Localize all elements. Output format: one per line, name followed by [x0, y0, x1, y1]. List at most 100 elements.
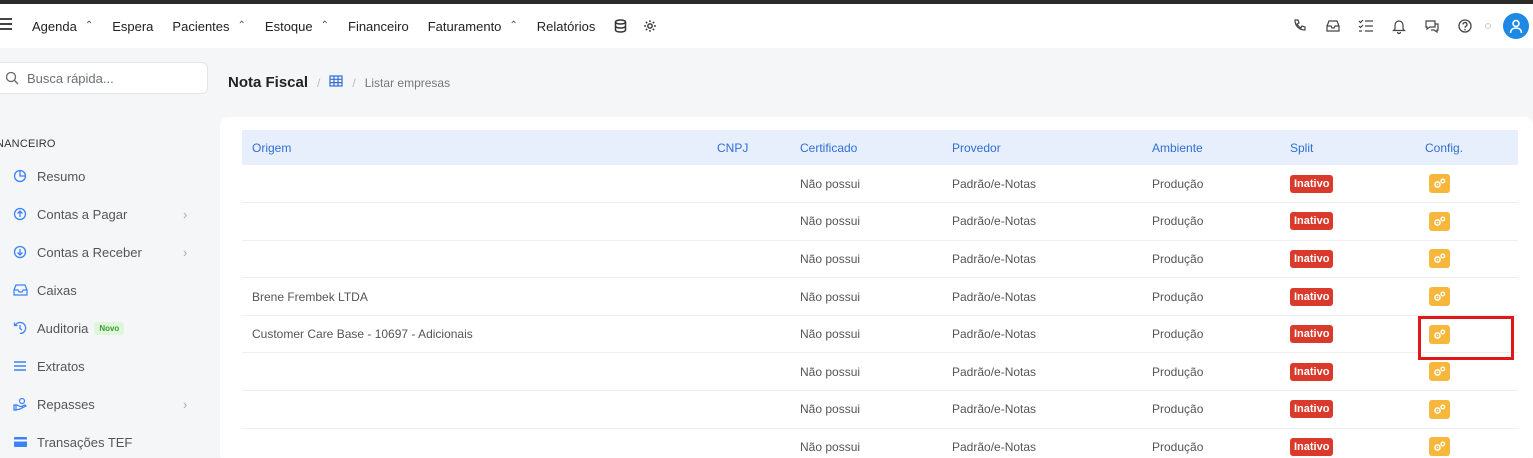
help-icon[interactable]: [1448, 4, 1481, 48]
nav-espera[interactable]: Espera: [112, 19, 153, 34]
checklist-icon[interactable]: [1349, 4, 1382, 48]
cell-origem: [242, 202, 717, 241]
nav-agenda[interactable]: Agenda ⌃: [32, 19, 93, 34]
status-badge: Inativo: [1290, 400, 1334, 419]
cell-split: Inativo: [1290, 202, 1425, 241]
cell-certificado: Não possui: [800, 277, 952, 316]
config-button[interactable]: [1429, 399, 1450, 419]
cell-ambiente: Produção: [1152, 240, 1290, 279]
nav-label: Agenda: [32, 18, 77, 34]
col-split[interactable]: Split: [1290, 130, 1425, 165]
config-button[interactable]: [1429, 362, 1450, 382]
config-button[interactable]: [1429, 249, 1450, 269]
col-cnpj[interactable]: CNPJ: [717, 130, 800, 165]
chat-icon[interactable]: [1415, 4, 1448, 48]
cell-cnpj: [717, 240, 800, 279]
sidebar-item-label: Transações TEF: [37, 434, 133, 450]
sidebar-item[interactable]: Transações TEF: [0, 423, 210, 458]
search-input[interactable]: [27, 70, 187, 86]
sidebar-item[interactable]: Auditoria Novo: [0, 309, 210, 347]
cell-provedor: Padrão/e-Notas: [952, 428, 1152, 458]
cell-ambiente: Produção: [1152, 390, 1290, 429]
col-ambiente[interactable]: Ambiente: [1152, 130, 1290, 165]
config-button[interactable]: [1429, 211, 1450, 231]
col-origem[interactable]: Origem: [242, 130, 717, 165]
sidebar-item-label: Extratos: [37, 358, 85, 374]
table-row[interactable]: Não possui Padrão/e-Notas Produção Inativo: [242, 202, 1518, 241]
chevron-right-icon[interactable]: ›: [183, 245, 187, 260]
sidebar-item-label: Caixas: [37, 282, 77, 298]
chevron-right-icon[interactable]: ›: [183, 207, 187, 222]
user-avatar[interactable]: [1503, 13, 1529, 39]
nav-label: Espera: [112, 18, 154, 34]
cell-ambiente: Produção: [1152, 277, 1290, 316]
cell-origem: [242, 428, 717, 458]
cell-ambiente: Produção: [1152, 165, 1290, 204]
cell-provedor: Padrão/e-Notas: [952, 202, 1152, 241]
config-button[interactable]: [1429, 287, 1450, 307]
inbox-icon: [12, 282, 28, 298]
sidebar-item[interactable]: Contas a Receber ›: [0, 233, 210, 271]
nav-pacientes[interactable]: Pacientes ⌃: [172, 19, 245, 34]
cell-certificado: Não possui: [800, 165, 952, 204]
breadcrumb-current: Listar empresas: [364, 75, 451, 90]
nav-financeiro[interactable]: Financeiro: [348, 19, 409, 34]
cell-ambiente: Produção: [1152, 315, 1290, 354]
quick-search[interactable]: [0, 62, 208, 94]
cell-ambiente: Produção: [1152, 202, 1290, 241]
status-badge: Inativo: [1290, 212, 1334, 231]
cell-split: Inativo: [1290, 352, 1425, 392]
table-row[interactable]: Customer Care Base - 10697 - Adicionais N…: [242, 315, 1518, 354]
chevron-updown-icon: ⌃: [320, 20, 329, 31]
sidebar-section-title: NANCEIRO: [0, 138, 56, 150]
bell-icon[interactable]: [1382, 4, 1415, 48]
nav-label: Financeiro: [348, 18, 409, 34]
cell-provedor: Padrão/e-Notas: [952, 165, 1152, 204]
inbox-icon[interactable]: [1316, 4, 1349, 48]
config-button[interactable]: [1429, 437, 1450, 457]
table-grid-icon[interactable]: [329, 75, 343, 90]
cell-config: [1425, 390, 1518, 429]
cell-provedor: Padrão/e-Notas: [952, 240, 1152, 279]
page-title: Nota Fiscal: [228, 74, 309, 91]
cell-origem: Brene Frembek LTDA: [242, 277, 717, 316]
sidebar-item[interactable]: Contas a Pagar ›: [0, 195, 210, 233]
cell-config: [1425, 202, 1518, 241]
config-button[interactable]: [1429, 174, 1450, 194]
sidebar-item[interactable]: Extratos: [0, 347, 210, 385]
cell-split: Inativo: [1290, 277, 1425, 316]
main-menu: Agenda ⌃ Espera Pacientes ⌃ Estoque ⌃ Finan…: [32, 4, 673, 48]
sidebar-item[interactable]: Resumo: [0, 157, 210, 195]
top-navbar: Agenda ⌃ Espera Pacientes ⌃ Estoque ⌃ Finan…: [0, 4, 1533, 48]
cell-config: [1425, 277, 1518, 316]
hamburger-menu-icon[interactable]: [0, 18, 12, 32]
cell-config: [1425, 240, 1518, 279]
table-row[interactable]: Não possui Padrão/e-Notas Produção Inativo: [242, 240, 1518, 279]
nav-relatorios[interactable]: Relatórios: [537, 19, 596, 34]
status-badge: Inativo: [1290, 287, 1334, 306]
breadcrumb-separator: /: [352, 75, 356, 90]
sidebar-item[interactable]: Caixas: [0, 271, 210, 309]
companies-card: Origem CNPJ Certificado Provedor Ambient…: [220, 117, 1533, 458]
sidebar-item[interactable]: Repasses ›: [0, 385, 210, 423]
col-certificado[interactable]: Certificado: [800, 130, 952, 165]
table-header-row: Origem CNPJ Certificado Provedor Ambient…: [242, 130, 1518, 165]
table-row[interactable]: Não possui Padrão/e-Notas Produção Inativo: [242, 165, 1518, 204]
table-row[interactable]: Brene Frembek LTDA Não possui Padrão/e-Not…: [242, 277, 1518, 316]
nav-estoque[interactable]: Estoque ⌃: [265, 19, 329, 34]
gears-icon: [1434, 404, 1446, 414]
table-row[interactable]: Não possui Padrão/e-Notas Produção Inativo: [242, 428, 1518, 458]
cell-cnpj: [717, 428, 800, 458]
phone-icon[interactable]: [1283, 4, 1316, 48]
nav-faturamento[interactable]: Faturamento ⌃: [428, 19, 518, 34]
cell-origem: [242, 165, 717, 204]
cell-split: Inativo: [1290, 240, 1425, 279]
database-icon[interactable]: [614, 19, 627, 33]
col-provedor[interactable]: Provedor: [952, 130, 1152, 165]
nav-label: Pacientes: [172, 18, 230, 34]
settings-icon[interactable]: [643, 19, 657, 33]
table-row[interactable]: Não possui Padrão/e-Notas Produção Inativo: [242, 352, 1518, 392]
chevron-right-icon[interactable]: ›: [183, 397, 187, 412]
table-row[interactable]: Não possui Padrão/e-Notas Produção Inativo: [242, 390, 1518, 429]
pie-chart-icon: [12, 168, 28, 184]
